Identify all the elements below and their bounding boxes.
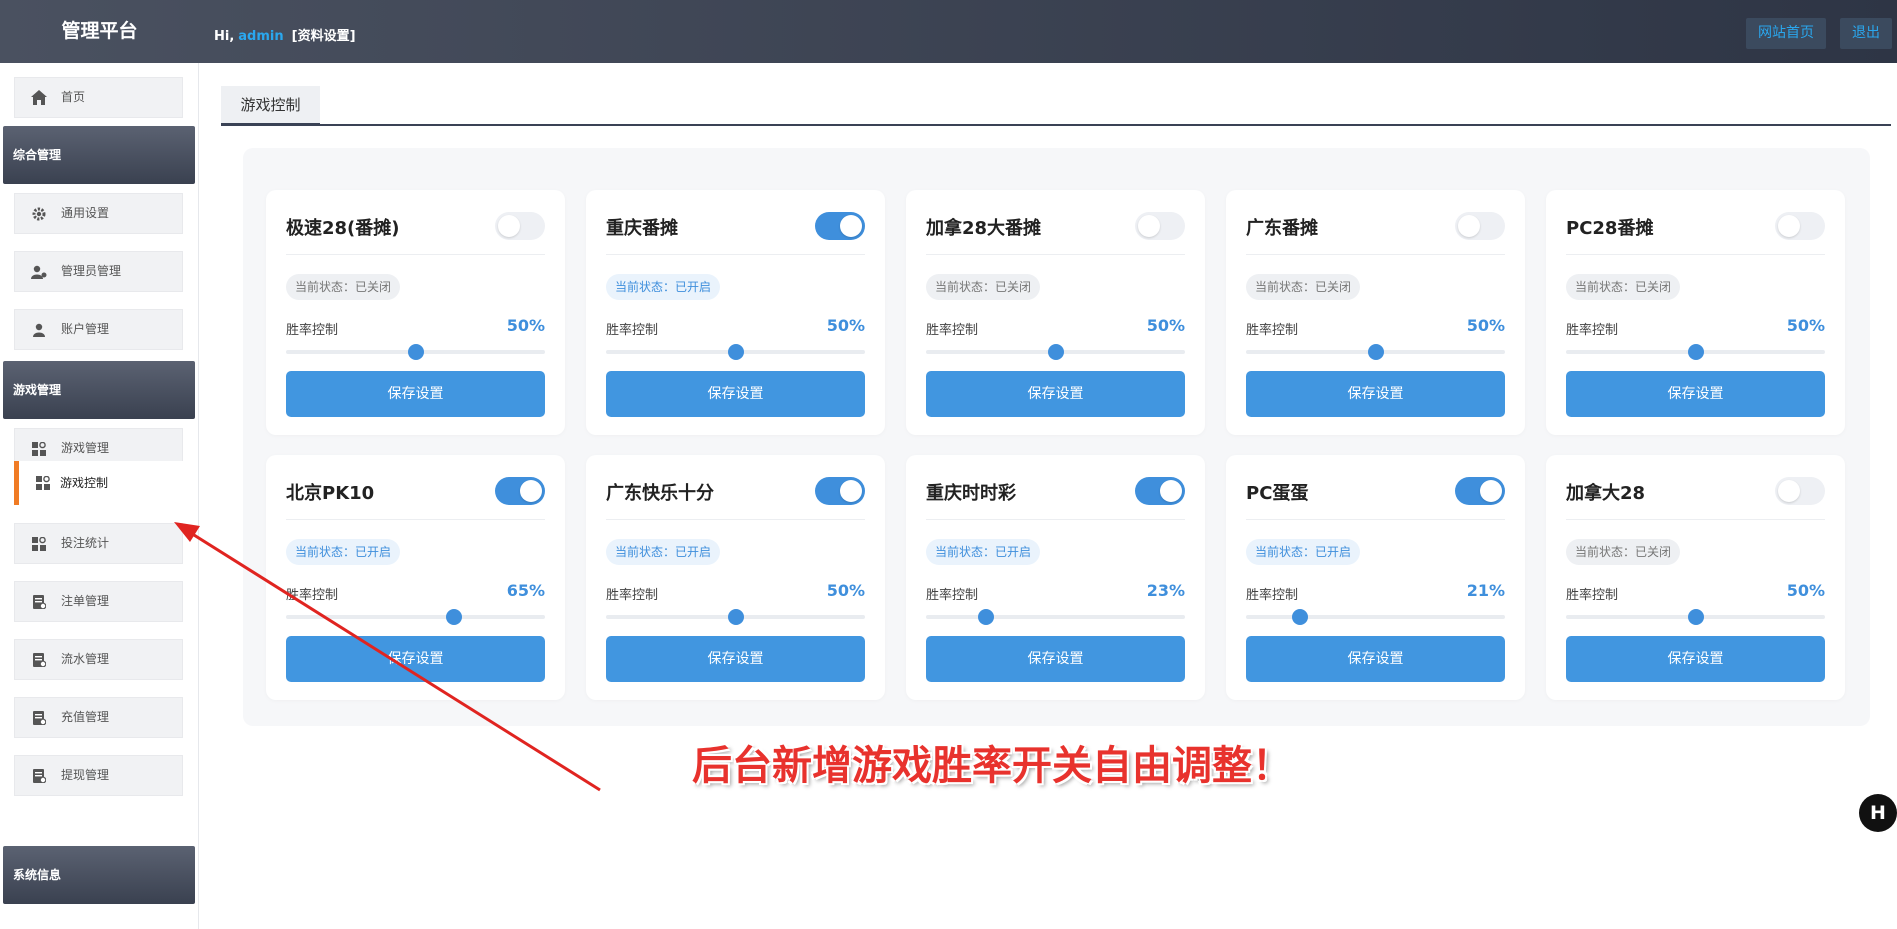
corner-logo: H	[1859, 794, 1897, 832]
annotation-text: 后台新增游戏胜率开关自由调整！	[692, 742, 1292, 789]
